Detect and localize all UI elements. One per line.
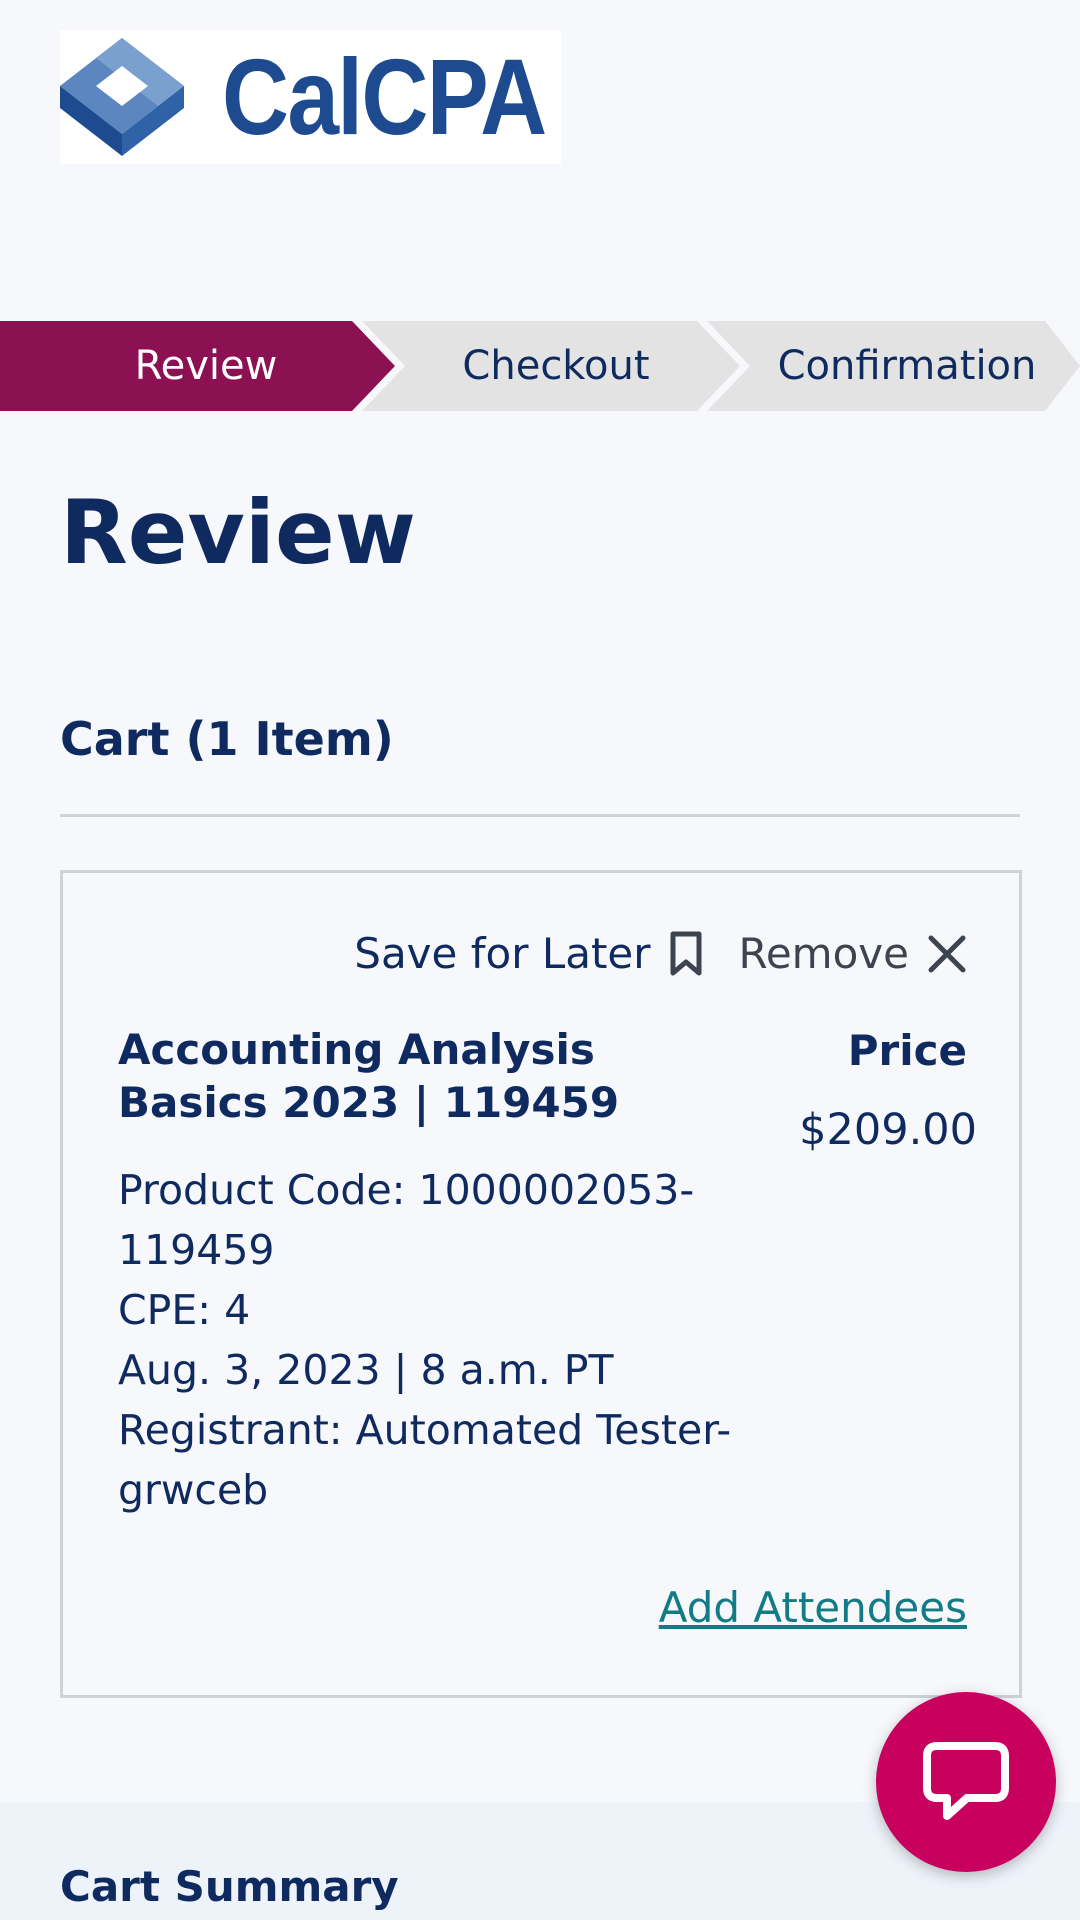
product-date: Aug. 3, 2023 | 8 a.m. PT (118, 1346, 614, 1394)
remove-label: Remove (738, 929, 909, 978)
step-review[interactable]: Review (0, 321, 412, 411)
chat-bubble-icon (923, 1742, 1009, 1820)
save-for-later-button[interactable]: Save for Later (354, 929, 702, 978)
cart-divider (60, 814, 1020, 817)
product-code: Product Code: 1000002053-119459 (118, 1166, 695, 1274)
calcpa-logo-mark-icon (60, 38, 184, 156)
product-registrant: Registrant: Automated Tester-grwceb (118, 1406, 732, 1514)
chat-button[interactable] (876, 1692, 1056, 1872)
cart-item-card: Save for Later Remove Accounting Analysi… (60, 870, 1022, 1698)
close-icon (928, 935, 966, 972)
save-for-later-label: Save for Later (354, 929, 651, 978)
step-confirmation[interactable]: Confirmation (722, 321, 1080, 411)
checkout-progress-steps: Review Checkout Confirmation (0, 321, 1080, 411)
bookmark-icon (670, 931, 702, 975)
cart-summary-heading: Cart Summary (60, 1862, 399, 1911)
remove-button[interactable]: Remove (739, 929, 967, 978)
calcpa-logo[interactable]: CalCPA (60, 30, 561, 164)
page-title: Review (60, 481, 416, 584)
cart-heading: Cart (1 Item) (60, 712, 394, 766)
cart-item-actions: Save for Later Remove (354, 929, 967, 978)
add-attendees-link[interactable]: Add Attendees (659, 1583, 967, 1632)
price-value: $209.00 (799, 1105, 977, 1155)
step-checkout[interactable]: Checkout (386, 321, 726, 411)
price-label: Price (847, 1026, 967, 1075)
logo-wordmark: CalCPA (222, 36, 547, 157)
review-page: CalCPA Review Checkout Confirmation Revi… (0, 0, 1080, 1920)
product-details: Product Code: 1000002053-119459 CPE: 4 A… (118, 1160, 758, 1520)
product-cpe: CPE: 4 (118, 1286, 251, 1334)
product-title: Accounting Analysis Basics 2023 | 119459 (118, 1025, 620, 1127)
